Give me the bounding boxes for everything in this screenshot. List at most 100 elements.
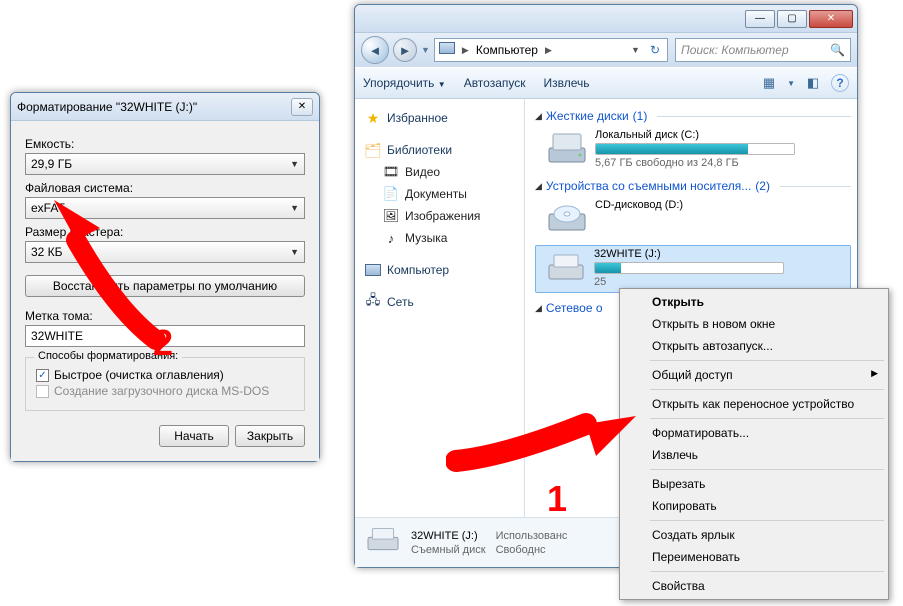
sidebar-video[interactable]: 🎞Видео [359,161,520,183]
format-options-group: Способы форматирования: ✓ Быстрое (очист… [25,357,305,411]
maximize-button[interactable]: ▢ [777,10,807,28]
drive-j-free: 25 [594,276,784,288]
menu-sharing[interactable]: Общий доступ▶ [622,364,886,386]
drive-context-menu: Открыть Открыть в новом окне Открыть авт… [619,288,889,600]
start-button[interactable]: Начать [159,425,229,447]
menu-properties[interactable]: Свойства [622,575,886,597]
chevron-down-icon: ▼ [290,203,299,213]
removable-drive-icon [365,525,401,561]
menu-portable-device[interactable]: Открыть как переносное устройство [622,393,886,415]
pictures-icon: 🖼 [383,208,399,224]
breadcrumb[interactable]: Компьютер [476,43,538,57]
sidebar-favorites[interactable]: ★Избранное [359,107,520,129]
menu-create-shortcut[interactable]: Создать ярлык [622,524,886,546]
chevron-down-icon: ▼ [290,247,299,257]
menu-format[interactable]: Форматировать... [622,422,886,444]
sidebar-music[interactable]: ♪Музыка [359,227,520,249]
removable-drive-icon [546,248,586,288]
chevron-down-icon: ▼ [438,80,446,89]
quick-format-checkbox[interactable]: ✓ Быстрое (очистка оглавления) [36,368,294,382]
eject-button[interactable]: Извлечь [544,76,590,90]
caption-buttons: — ▢ ✕ [743,10,853,28]
collapse-icon: ◢ [535,303,542,314]
filesystem-label: Файловая система: [25,181,305,195]
drive-d-tile[interactable]: CD-дисковод (D:) [529,195,857,245]
drive-j-tile[interactable]: 32WHITE (J:) 25 [535,245,851,293]
chevron-right-icon[interactable]: ▶ [542,45,555,56]
group-hard-drives[interactable]: ◢ Жесткие диски (1) [529,105,857,125]
search-placeholder: Поиск: Компьютер [681,43,789,57]
menu-open[interactable]: Открыть [622,291,886,313]
drive-c-tile[interactable]: Локальный диск (C:) 5,67 ГБ свободно из … [529,125,857,175]
quick-format-label: Быстрое (очистка оглавления) [54,368,224,382]
capacity-value: 29,9 ГБ [31,157,72,171]
group-removable[interactable]: ◢ Устройства со съемными носителя... (2) [529,175,857,195]
organize-menu[interactable]: Упорядочить ▼ [363,76,446,90]
preview-pane-icon[interactable]: ◧ [803,73,823,93]
msdos-boot-label: Создание загрузочного диска MS-DOS [54,384,269,398]
sidebar-pictures[interactable]: 🖼Изображения [359,205,520,227]
drive-j-name: 32WHITE (J:) [594,248,784,260]
close-icon[interactable]: ✕ [291,98,313,116]
status-subtitle: Съемный диск [411,544,486,556]
status-used-key: Использованс [496,530,568,542]
collapse-icon: ◢ [535,111,542,122]
capacity-combo[interactable]: 29,9 ГБ ▼ [25,153,305,175]
status-title: 32WHITE (J:) [411,530,486,542]
computer-icon [439,42,455,58]
network-icon: 🖧 [365,294,381,310]
history-dropdown-icon[interactable]: ▼ [421,45,430,55]
close-button[interactable]: ✕ [809,10,853,28]
annotation-number-2: 2 [153,322,173,364]
checkbox-checked-icon: ✓ [36,369,49,382]
explorer-titlebar[interactable]: — ▢ ✕ [355,5,857,33]
sidebar-documents[interactable]: 📄Документы [359,183,520,205]
drive-c-free: 5,67 ГБ свободно из 24,8 ГБ [595,157,795,169]
refresh-icon[interactable]: ↻ [647,43,663,57]
drive-j-usage-bar [594,262,784,274]
sidebar-network[interactable]: 🖧Сеть [359,291,520,313]
drive-c-usage-bar [595,143,795,155]
nav-row: ◄ ► ▼ ▶ Компьютер ▶ ▼ ↻ Поиск: Компьютер… [355,33,857,67]
help-icon[interactable]: ? [831,74,849,92]
menu-copy[interactable]: Копировать [622,495,886,517]
video-icon: 🎞 [383,164,399,180]
minimize-button[interactable]: — [745,10,775,28]
libraries-icon: 🗂 [365,142,381,158]
hdd-icon [547,129,587,169]
search-icon: 🔍 [830,43,845,57]
chevron-down-icon: ▼ [290,159,299,169]
music-icon: ♪ [383,230,399,246]
chevron-down-icon[interactable]: ▼ [787,79,795,88]
close-button[interactable]: Закрыть [235,425,305,447]
status-free-key: Свободнс [496,544,546,556]
collapse-icon: ◢ [535,181,542,192]
drive-d-name: CD-дисковод (D:) [595,199,683,211]
autorun-button[interactable]: Автозапуск [464,76,526,90]
menu-rename[interactable]: Переименовать [622,546,886,568]
checkbox-unchecked-icon [36,385,49,398]
view-icon[interactable]: ▦ [759,73,779,93]
capacity-label: Емкость: [25,137,305,151]
format-dialog-title: Форматирование "32WHITE (J:)" [17,100,291,114]
chevron-right-icon[interactable]: ▶ [459,45,472,56]
annotation-arrow-1 [446,386,646,479]
sidebar-libraries[interactable]: 🗂Библиотеки [359,139,520,161]
msdos-boot-checkbox: Создание загрузочного диска MS-DOS [36,384,294,398]
menu-cut[interactable]: Вырезать [622,473,886,495]
star-icon: ★ [365,110,381,126]
forward-button[interactable]: ► [393,38,417,62]
menu-open-new-window[interactable]: Открыть в новом окне [622,313,886,335]
menu-eject[interactable]: Извлечь [622,444,886,466]
search-input[interactable]: Поиск: Компьютер 🔍 [675,38,851,62]
explorer-toolbar: Упорядочить ▼ Автозапуск Извлечь ▦ ▼ ◧ ? [355,67,857,99]
chevron-down-icon[interactable]: ▼ [628,45,643,55]
format-dialog-titlebar[interactable]: Форматирование "32WHITE (J:)" ✕ [11,93,319,121]
back-button[interactable]: ◄ [361,36,389,64]
sidebar-computer[interactable]: Компьютер [359,259,520,281]
menu-open-autorun[interactable]: Открыть автозапуск... [622,335,886,357]
annotation-number-1: 1 [547,478,567,520]
cd-drive-icon [547,199,587,239]
address-bar[interactable]: ▶ Компьютер ▶ ▼ ↻ [434,38,668,62]
chevron-right-icon: ▶ [871,368,878,379]
